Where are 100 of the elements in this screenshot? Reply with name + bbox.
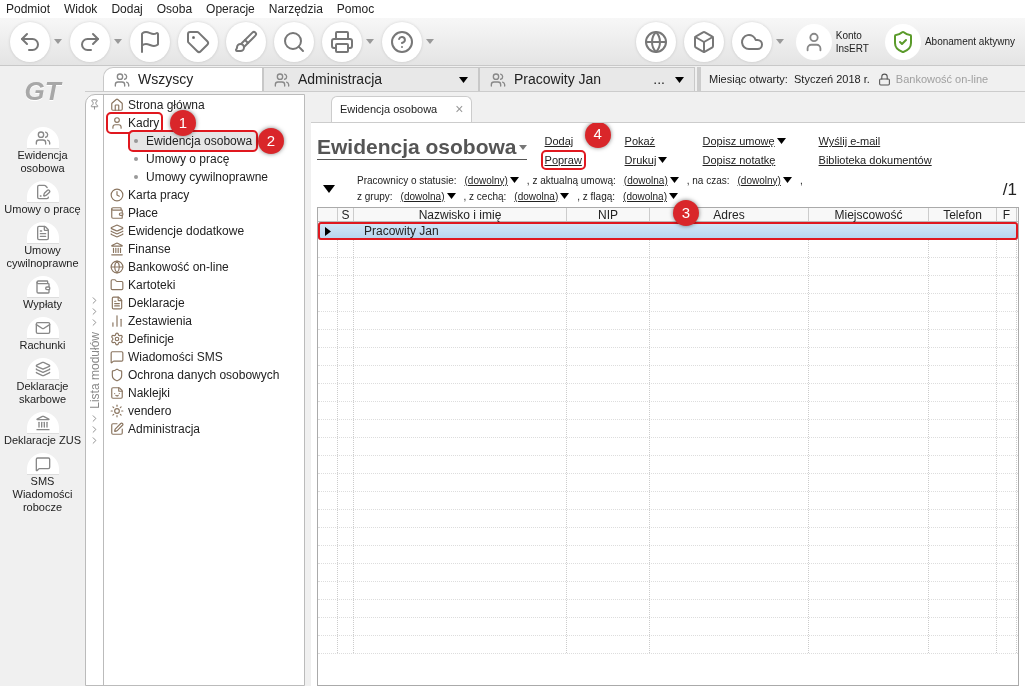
menu-item[interactable]: Podmiot xyxy=(6,0,51,18)
module-subitem[interactable]: Umowy cywilnoprawne xyxy=(130,168,273,186)
module-item[interactable]: Płace xyxy=(108,204,161,222)
shortcut-icon xyxy=(26,127,59,149)
shortcut-icon xyxy=(26,358,59,380)
column-header[interactable]: Telefon xyxy=(929,208,997,221)
column-header[interactable]: Nazwisko i imię xyxy=(354,208,567,221)
module-icon xyxy=(110,116,124,130)
toolbar-icon xyxy=(234,29,258,54)
account-icon[interactable] xyxy=(795,23,832,60)
column-header[interactable]: F xyxy=(997,208,1017,221)
shortcut-button[interactable]: Rachunki xyxy=(1,317,84,352)
callout-badge: 2 xyxy=(258,128,284,154)
module-item[interactable]: Karta pracy xyxy=(108,186,192,204)
tab[interactable]: Wszyscy xyxy=(103,67,263,91)
module-item[interactable]: Administracja xyxy=(108,420,203,438)
filter-label: Pracownicy o statusie: xyxy=(357,173,457,188)
filter-dropdown[interactable]: (dowolny) xyxy=(464,172,519,188)
module-subitem[interactable]: Ewidencja osobowa xyxy=(130,132,257,150)
action-link[interactable]: Wyślij e-mail xyxy=(816,133,883,150)
logo: GT xyxy=(24,75,61,108)
action-link[interactable]: Dopisz umowę xyxy=(700,133,788,150)
menu-item[interactable]: Widok xyxy=(64,0,98,18)
shortcut-button[interactable]: Deklaracje ZUS xyxy=(1,412,84,447)
menu-item[interactable]: Pomoc xyxy=(336,0,375,18)
action-link[interactable]: Dodaj xyxy=(542,133,576,150)
toolbar-button[interactable] xyxy=(731,21,772,62)
shortcut-icon xyxy=(26,276,59,298)
document-tab[interactable]: Ewidencja osobowa × xyxy=(331,96,473,122)
menu-item[interactable]: Narzędzia xyxy=(268,0,323,18)
toolbar-button[interactable] xyxy=(382,21,422,62)
module-icon xyxy=(110,224,124,238)
shortcut-button[interactable]: SMS Wiadomości robocze xyxy=(1,453,84,514)
module-icon xyxy=(110,98,124,112)
people-icon xyxy=(114,71,130,88)
dropdown-caret-icon xyxy=(54,39,62,44)
page-count: /1 xyxy=(1002,179,1017,201)
caret-icon xyxy=(675,76,684,83)
action-link[interactable]: Pokaż xyxy=(622,133,658,150)
toolbar-button[interactable] xyxy=(683,21,724,62)
toolbar-button[interactable] xyxy=(226,21,266,62)
dropdown-caret-icon xyxy=(775,39,784,44)
module-icon xyxy=(110,296,124,310)
filter-dropdown[interactable]: (dowolna) xyxy=(514,188,570,204)
module-item[interactable]: Naklejki xyxy=(108,384,172,402)
collapse-arrow-icon[interactable] xyxy=(323,185,335,193)
shortcut-button[interactable]: Ewidencja osobowa xyxy=(1,127,84,175)
tab[interactable]: Pracowity Jan ... xyxy=(479,67,695,91)
toolbar-icon xyxy=(390,29,414,54)
shortcut-button[interactable]: Umowy o pracę xyxy=(1,181,84,216)
action-link[interactable]: Biblioteka dokumentów xyxy=(816,151,934,168)
column-header[interactable]: Miejscowość xyxy=(809,208,929,221)
toolbar-icon xyxy=(282,29,306,54)
filter-dropdown[interactable]: (dowolna) xyxy=(400,188,456,204)
view-title-dropdown[interactable]: Ewidencja osobowa xyxy=(317,135,527,160)
shield-check-icon xyxy=(884,23,921,60)
shortcut-icon xyxy=(26,453,59,475)
module-item[interactable]: Wiadomości SMS xyxy=(108,348,225,366)
toolbar-button[interactable] xyxy=(70,21,110,62)
shortcut-button[interactable]: Deklaracje skarbowe xyxy=(1,358,84,406)
toolbar-button[interactable] xyxy=(322,21,362,62)
action-link[interactable]: Popraw xyxy=(542,151,584,168)
module-item[interactable]: Definicje xyxy=(108,330,177,348)
subscription-status[interactable]: Abonament aktywny xyxy=(924,34,1015,49)
column-header[interactable]: S xyxy=(338,208,354,221)
table-cell-text: Pracowity Jan xyxy=(363,223,439,240)
module-icon xyxy=(110,206,124,220)
module-item[interactable]: Ochrona danych osobowych xyxy=(108,366,282,384)
action-link[interactable]: Drukuj xyxy=(622,151,670,168)
menu-item[interactable]: Dodaj xyxy=(111,0,143,18)
caret-icon xyxy=(658,156,668,163)
toolbar-button[interactable] xyxy=(635,21,676,62)
module-item[interactable]: Bankowość on-line xyxy=(108,258,231,276)
shortcut-icon xyxy=(26,222,59,244)
action-link[interactable]: Dopisz notatkę xyxy=(700,151,778,168)
module-item[interactable]: Zestawienia xyxy=(108,312,195,330)
module-item[interactable]: Finanse xyxy=(108,240,173,258)
account-label[interactable]: Konto InsERT xyxy=(835,28,869,55)
toolbar-icon xyxy=(138,29,162,54)
module-item[interactable]: Ewidencje dodatkowe xyxy=(108,222,247,240)
toolbar-button[interactable] xyxy=(178,21,218,62)
menu-item[interactable]: Operacje xyxy=(206,0,255,18)
toolbar-button[interactable] xyxy=(274,21,314,62)
module-item[interactable]: Kadry xyxy=(108,114,162,132)
module-icon xyxy=(110,188,124,202)
tab[interactable]: Administracja xyxy=(263,67,479,91)
table-row[interactable]: Pracowity Jan xyxy=(318,222,1018,240)
menu-item[interactable]: Osoba xyxy=(156,0,193,18)
module-item[interactable]: Deklaracje xyxy=(108,294,187,312)
module-subitem[interactable]: Umowy o pracę xyxy=(130,150,234,168)
module-item[interactable]: vendero xyxy=(108,402,174,420)
shortcut-button[interactable]: Wypłaty xyxy=(1,276,84,311)
filter-dropdown[interactable]: (dowolna) xyxy=(623,172,679,188)
filter-dropdown[interactable]: (dowolny) xyxy=(737,172,792,188)
filter-label: , z aktualną umową: xyxy=(526,173,616,188)
shortcut-button[interactable]: Umowy cywilnoprawne xyxy=(1,222,84,270)
toolbar-button[interactable] xyxy=(130,21,170,62)
column-header[interactable]: NIP xyxy=(567,208,650,221)
toolbar-button[interactable] xyxy=(10,21,50,62)
module-item[interactable]: Kartoteki xyxy=(108,276,178,294)
